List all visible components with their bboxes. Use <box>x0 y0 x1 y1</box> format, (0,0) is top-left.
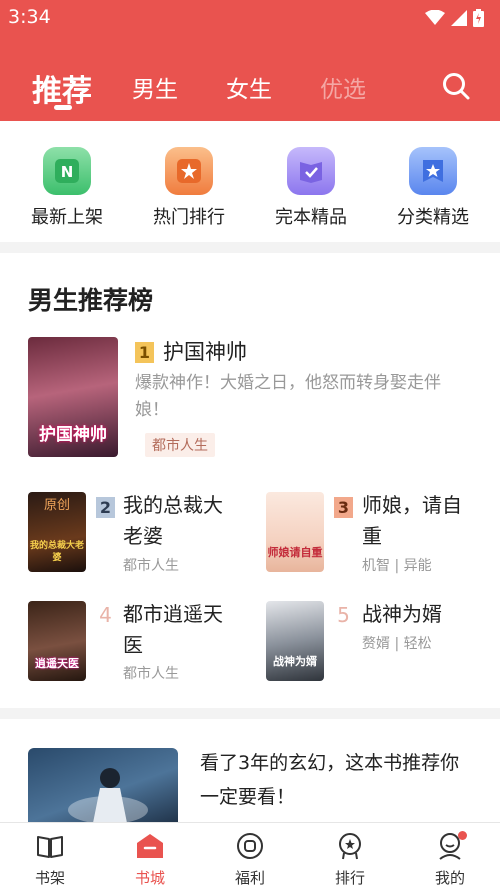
quick-item-category[interactable]: 分类精选 <box>378 147 488 229</box>
cover-text: 护国神帅 <box>39 425 107 445</box>
quick-item-hot[interactable]: 热门排行 <box>134 147 244 229</box>
quick-label: 分类精选 <box>397 207 469 228</box>
notification-dot <box>458 831 467 840</box>
nav-welfare[interactable]: 福利 <box>215 831 285 888</box>
complete-book-icon <box>287 147 335 195</box>
nav-label: 排行 <box>334 869 365 887</box>
battery-icon <box>473 9 484 27</box>
cover-text: 战神为婿 <box>273 655 317 668</box>
bottom-nav: 书架 书城 福利 排行 我的 <box>0 822 500 888</box>
nav-label: 书城 <box>134 869 165 887</box>
cover-badge-text: 原创 <box>43 498 70 513</box>
book-meta: 都市人生 <box>123 666 179 682</box>
quick-label: 热门排行 <box>153 207 225 228</box>
book-cover: 逍遥天医 <box>28 601 86 681</box>
recommend-card[interactable]: 看了3年的玄幻，这本书推荐你一定要看！ <box>0 719 500 822</box>
nav-bookshelf[interactable]: 书架 <box>15 831 85 888</box>
status-bar: 3:34 <box>0 0 500 34</box>
category-icon <box>409 147 457 195</box>
tab-recommend[interactable]: 推荐 <box>32 66 92 110</box>
bookshelf-icon <box>37 836 63 858</box>
book-meta: 赘婿 | 轻松 <box>362 636 432 652</box>
quick-item-complete[interactable]: 完本精品 <box>256 147 366 229</box>
book-cover: 战神为婿 <box>266 601 324 681</box>
recommend-text: 看了3年的玄幻，这本书推荐你一定要看！ <box>200 752 460 808</box>
book-title: 师娘，请自重 <box>362 493 462 548</box>
quick-label: 完本精品 <box>275 207 347 228</box>
hot-rank-icon <box>165 147 213 195</box>
signal-icon <box>451 10 467 26</box>
bookstore-icon <box>137 834 163 858</box>
book-title: 都市逍遥天医 <box>123 602 223 657</box>
rank-badge: 2 <box>96 497 115 518</box>
book-meta: 机智 | 异能 <box>362 558 432 574</box>
tab-indicator <box>54 105 72 110</box>
book-cover: 师娘请自重 <box>266 492 324 572</box>
section-title: 男生推荐榜 <box>28 286 154 315</box>
nav-label: 我的 <box>434 869 465 887</box>
book-title: 护国神帅 <box>163 340 247 364</box>
book-cover: 护国神帅 <box>28 337 118 457</box>
quick-menu: N 最新上架 热门排行 完本精品 分类精选 <box>0 121 500 242</box>
book-title: 战神为婿 <box>362 602 442 626</box>
quick-label: 最新上架 <box>31 207 103 228</box>
wifi-icon <box>425 10 445 25</box>
cover-text: 逍遥天医 <box>35 657 79 670</box>
nav-bookstore[interactable]: 书城 <box>115 831 185 888</box>
ranking-section: 男生推荐榜 护国神帅 1 护国神帅 爆款神作！大婚之日，他怒而转身娶走伴娘！ 都… <box>0 253 500 708</box>
nav-label: 福利 <box>234 869 265 887</box>
ranking-icon <box>339 833 361 860</box>
cover-text: 我的总裁大老婆 <box>29 541 84 563</box>
quick-item-new[interactable]: N 最新上架 <box>12 147 122 229</box>
svg-text:N: N <box>61 163 74 181</box>
nav-ranking[interactable]: 排行 <box>315 831 385 888</box>
status-icons <box>425 9 484 27</box>
search-icon[interactable] <box>440 70 472 102</box>
book-tag: 都市人生 <box>145 433 215 457</box>
recommend-cover-image <box>28 748 178 822</box>
top-tabs: 推荐 男生 女生 优选 <box>0 62 500 112</box>
header: 3:34 推荐 男生 女生 优选 <box>0 0 500 121</box>
rank-badge: 3 <box>334 497 353 518</box>
book-title: 我的总裁大老婆 <box>123 493 223 548</box>
rank-badge: 4 <box>99 603 112 627</box>
tab-selected[interactable]: 优选 <box>320 70 366 104</box>
rank-badge: 5 <box>337 603 350 627</box>
nav-profile[interactable]: 我的 <box>415 831 485 888</box>
nav-label: 书架 <box>34 869 65 887</box>
rank-badge: 1 <box>135 342 154 363</box>
tab-female[interactable]: 女生 <box>226 70 272 104</box>
book-desc: 爆款神作！大婚之日，他怒而转身娶走伴娘！ <box>135 373 441 420</box>
tab-male[interactable]: 男生 <box>132 70 178 104</box>
status-time: 3:34 <box>8 6 51 28</box>
welfare-icon <box>237 833 263 859</box>
book-cover: 原创 我的总裁大老婆 <box>28 492 86 572</box>
cover-text: 师娘请自重 <box>267 546 323 559</box>
new-shelf-icon: N <box>43 147 91 195</box>
book-meta: 都市人生 <box>123 558 179 574</box>
